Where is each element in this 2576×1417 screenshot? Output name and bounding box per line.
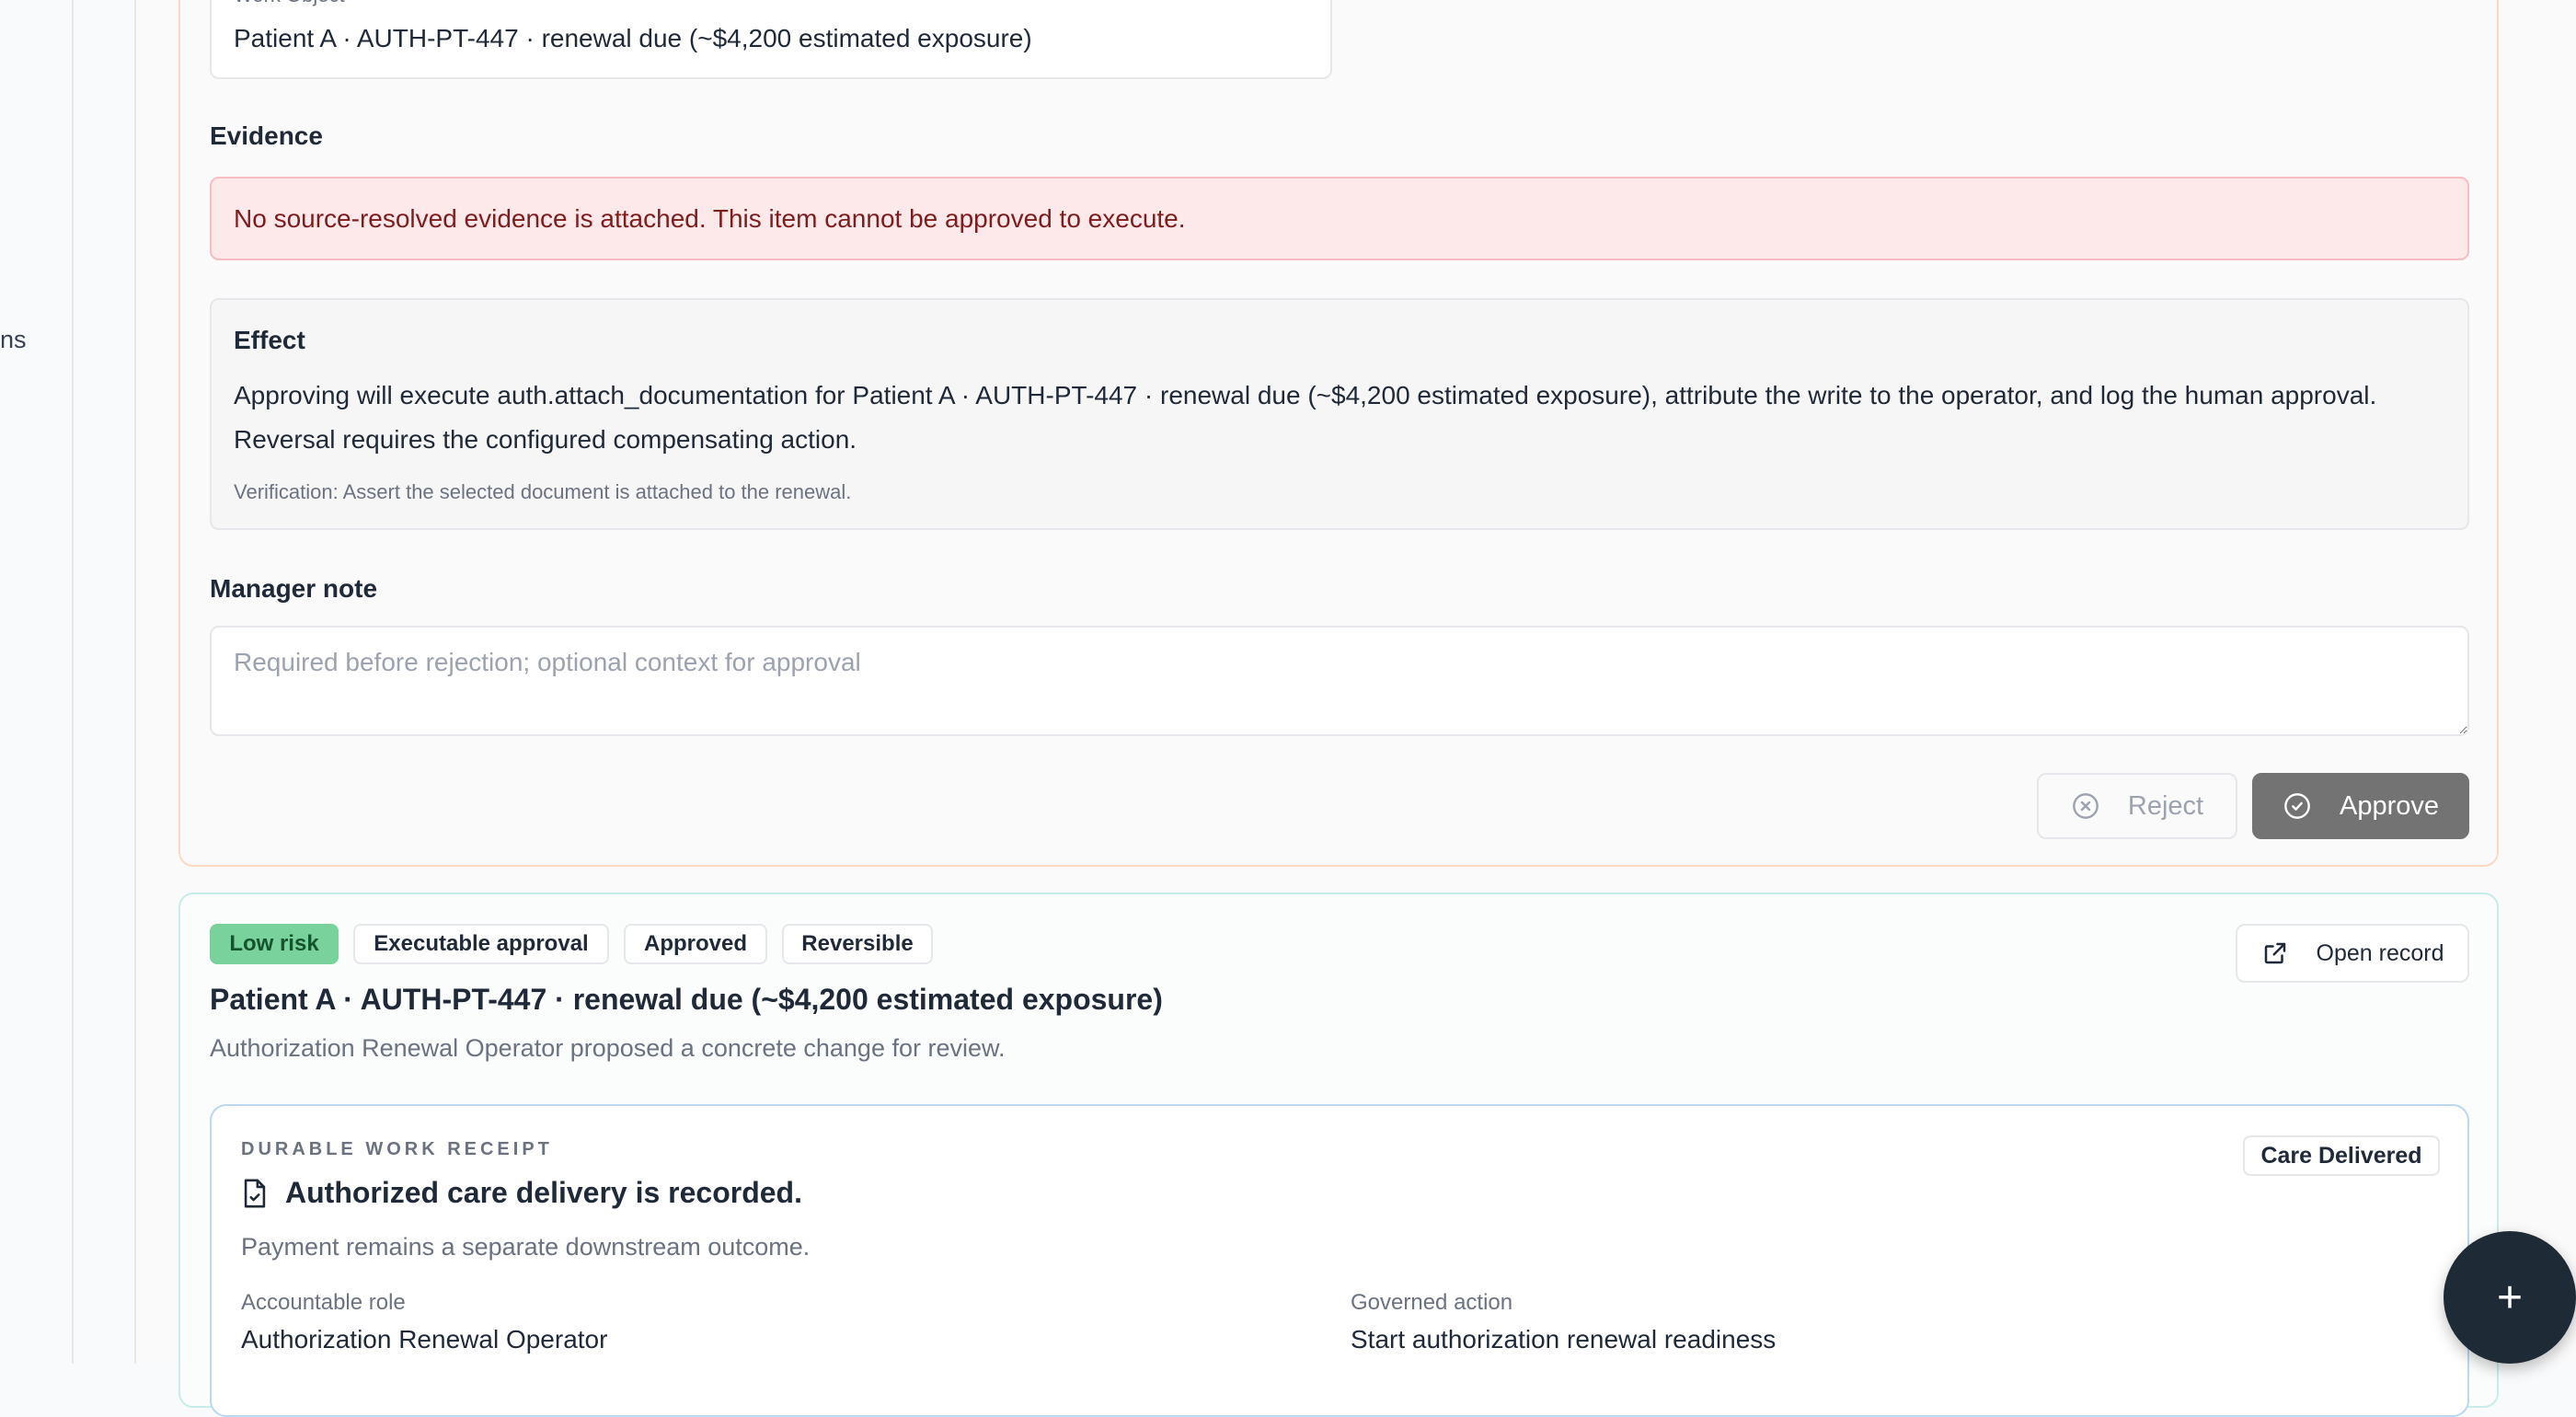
risk-badge: Low risk [210, 924, 339, 964]
receipt-title: Authorized care delivery is recorded. [285, 1176, 802, 1209]
evidence-alert-text: No source-resolved evidence is attached.… [234, 204, 1186, 233]
reject-label: Reject [2127, 790, 2204, 821]
reject-button[interactable]: Reject [2037, 773, 2237, 839]
accountable-role-label: Accountable role [241, 1290, 406, 1315]
reversible-badge: Reversible [782, 924, 933, 964]
governed-action-value: Start authorization renewal readiness [1351, 1325, 1777, 1354]
work-object-value: Patient A · AUTH-PT-447 · renewal due (~… [234, 24, 1032, 52]
effect-description: Approving will execute auth.attach_docum… [234, 381, 2377, 454]
verification-text: Verification: Assert the selected docume… [234, 480, 852, 503]
open-record-label: Open record [2316, 939, 2444, 966]
effect-heading: Effect [234, 326, 305, 354]
status-badge: Approved [624, 924, 767, 964]
check-circle-icon [2284, 793, 2310, 819]
left-sidebar: ns [0, 0, 74, 1364]
open-record-button[interactable]: Open record [2236, 924, 2469, 983]
document-icon [244, 1179, 266, 1208]
care-status-badge: Care Delivered [2243, 1135, 2440, 1176]
receipt-kicker: DURABLE WORK RECEIPT [241, 1139, 553, 1159]
card-subtitle: Authorization Renewal Operator proposed … [210, 1034, 1006, 1062]
work-object-label: Work Object [234, 0, 345, 7]
x-circle-icon [2073, 793, 2099, 819]
approval-type-badge: Executable approval [353, 924, 609, 964]
receipt-description: Payment remains a separate downstream ou… [241, 1233, 811, 1261]
card-title: Patient A · AUTH-PT-447 · renewal due (~… [210, 983, 1163, 1016]
manager-note-input[interactable] [210, 626, 2469, 736]
governed-action-label: Governed action [1351, 1290, 1513, 1315]
manager-note-heading: Manager note [210, 574, 378, 603]
add-fab-button[interactable]: + [2444, 1231, 2576, 1364]
plus-icon: + [2496, 1273, 2524, 1322]
approve-label: Approve [2339, 790, 2439, 821]
evidence-heading: Evidence [210, 121, 323, 150]
external-link-icon [2264, 942, 2285, 964]
approve-button[interactable]: Approve [2252, 773, 2469, 839]
sidebar-item-label[interactable]: ns [0, 326, 27, 354]
accountable-role-value: Authorization Renewal Operator [241, 1325, 608, 1354]
